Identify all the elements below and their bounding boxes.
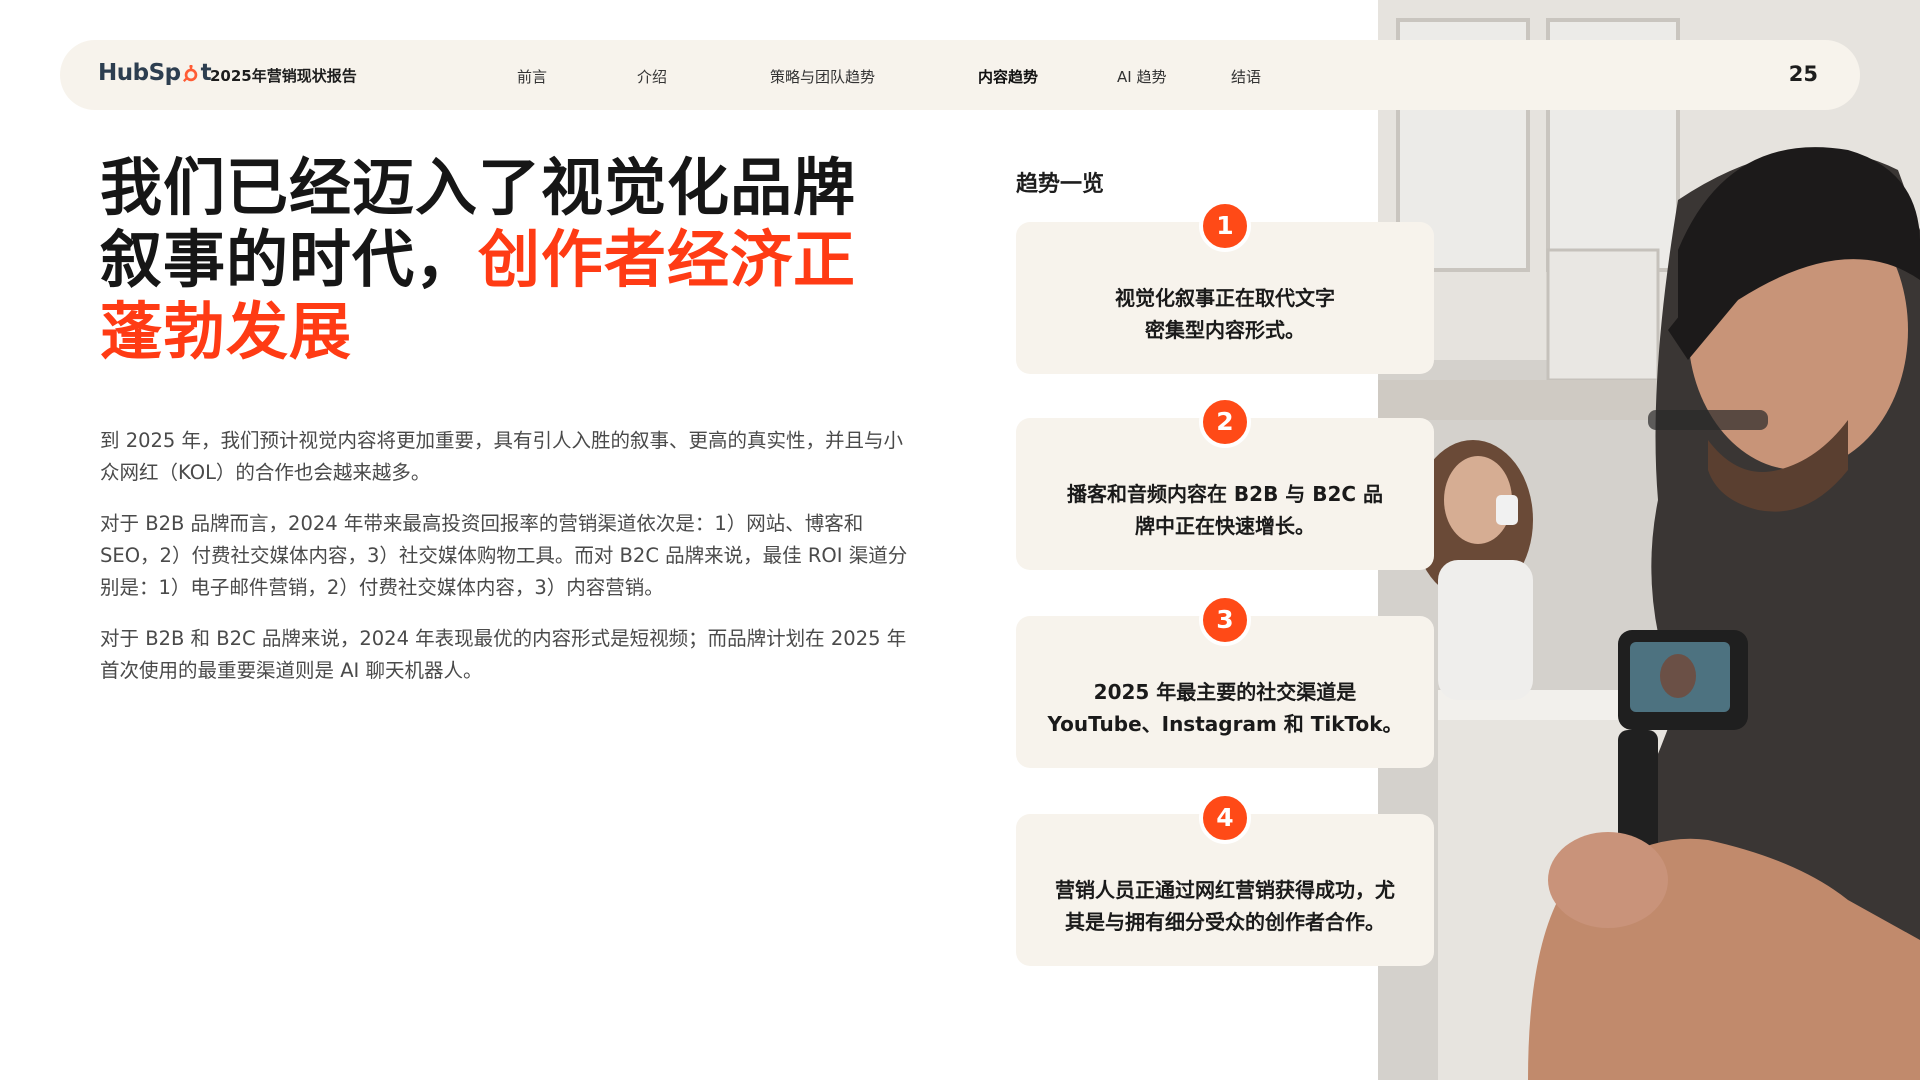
headline-line-1: 我们已经迈入了视觉化品牌 [100,151,857,224]
headline-line-2-plain: 叙事的时代， [100,223,479,296]
nav-item-ai-trends[interactable]: AI 趋势 [1117,66,1166,87]
nav-item-strategy-team-trends[interactable]: 策略与团队趋势 [770,66,875,87]
body-paragraph-2: 对于 B2B 品牌而言，2024 年带来最高投资回报率的营销渠道依次是：1）网站… [100,512,908,599]
nav-item-conclusion[interactable]: 结语 [1231,66,1261,87]
trend-text: 视觉化叙事正在取代文字 密集型内容形式。 [1115,286,1335,342]
body-paragraph-3: 对于 B2B 和 B2C 品牌来说，2024 年表现最优的内容形式是短视频；而品… [100,627,907,682]
trend-number-badge: 1 [1199,200,1251,252]
trend-card-1: 1 视觉化叙事正在取代文字 密集型内容形式。 [1016,200,1434,374]
body-text: 到 2025 年，我们预计视觉内容将更加重要，具有引人入胜的叙事、更高的真实性，… [100,425,920,706]
report-page: HubSp t 2025年营销现状报告 前言 介绍 策略与团队趋势 内容趋势 A… [0,0,1920,1080]
photo-illustration [1378,0,1920,1080]
trend-text: 播客和音频内容在 B2B 与 B2C 品 牌中正在快速增长。 [1066,482,1384,538]
hubspot-logo[interactable]: HubSp t [98,60,212,86]
headline-line-2-accent: 创作者经济正 [478,223,857,296]
trend-number-badge: 3 [1199,594,1251,646]
nav-item-introduction[interactable]: 介绍 [637,66,667,87]
trend-text: 2025 年最主要的社交渠道是 YouTube、Instagram 和 TikT… [1047,680,1403,736]
trend-number-badge: 4 [1199,792,1251,844]
headline-line-3-accent: 蓬勃发展 [100,295,353,368]
trend-card-2: 2 播客和音频内容在 B2B 与 B2C 品 牌中正在快速增长。 [1016,396,1434,570]
sprocket-icon [182,65,197,82]
top-navigation-bar: HubSp t 2025年营销现状报告 前言 介绍 策略与团队趋势 内容趋势 A… [60,40,1860,110]
trends-heading: 趋势一览 [1016,172,1105,197]
trend-number-badge: 2 [1199,396,1251,448]
nav-item-foreword[interactable]: 前言 [517,66,547,87]
trend-text: 营销人员正通过网红营销获得成功，尤 其是与拥有细分受众的创作者合作。 [1055,878,1395,934]
body-paragraph-1: 到 2025 年，我们预计视觉内容将更加重要，具有引人入胜的叙事、更高的真实性，… [100,429,904,484]
nav-item-content-trends[interactable]: 内容趋势 [978,66,1038,87]
creator-photo [1378,0,1920,1080]
page-number: 25 [1788,62,1818,86]
trend-card-4: 4 营销人员正通过网红营销获得成功，尤 其是与拥有细分受众的创作者合作。 [1016,792,1434,966]
page-headline: 我们已经迈入了视觉化品牌 叙事的时代，创作者经济正 蓬勃发展 [100,152,900,368]
headline-line-2: 叙事的时代，创作者经济正 [100,224,900,296]
report-title: 2025年营销现状报告 [210,67,357,85]
trend-card-3: 3 2025 年最主要的社交渠道是 YouTube、Instagram 和 Ti… [1016,594,1434,768]
